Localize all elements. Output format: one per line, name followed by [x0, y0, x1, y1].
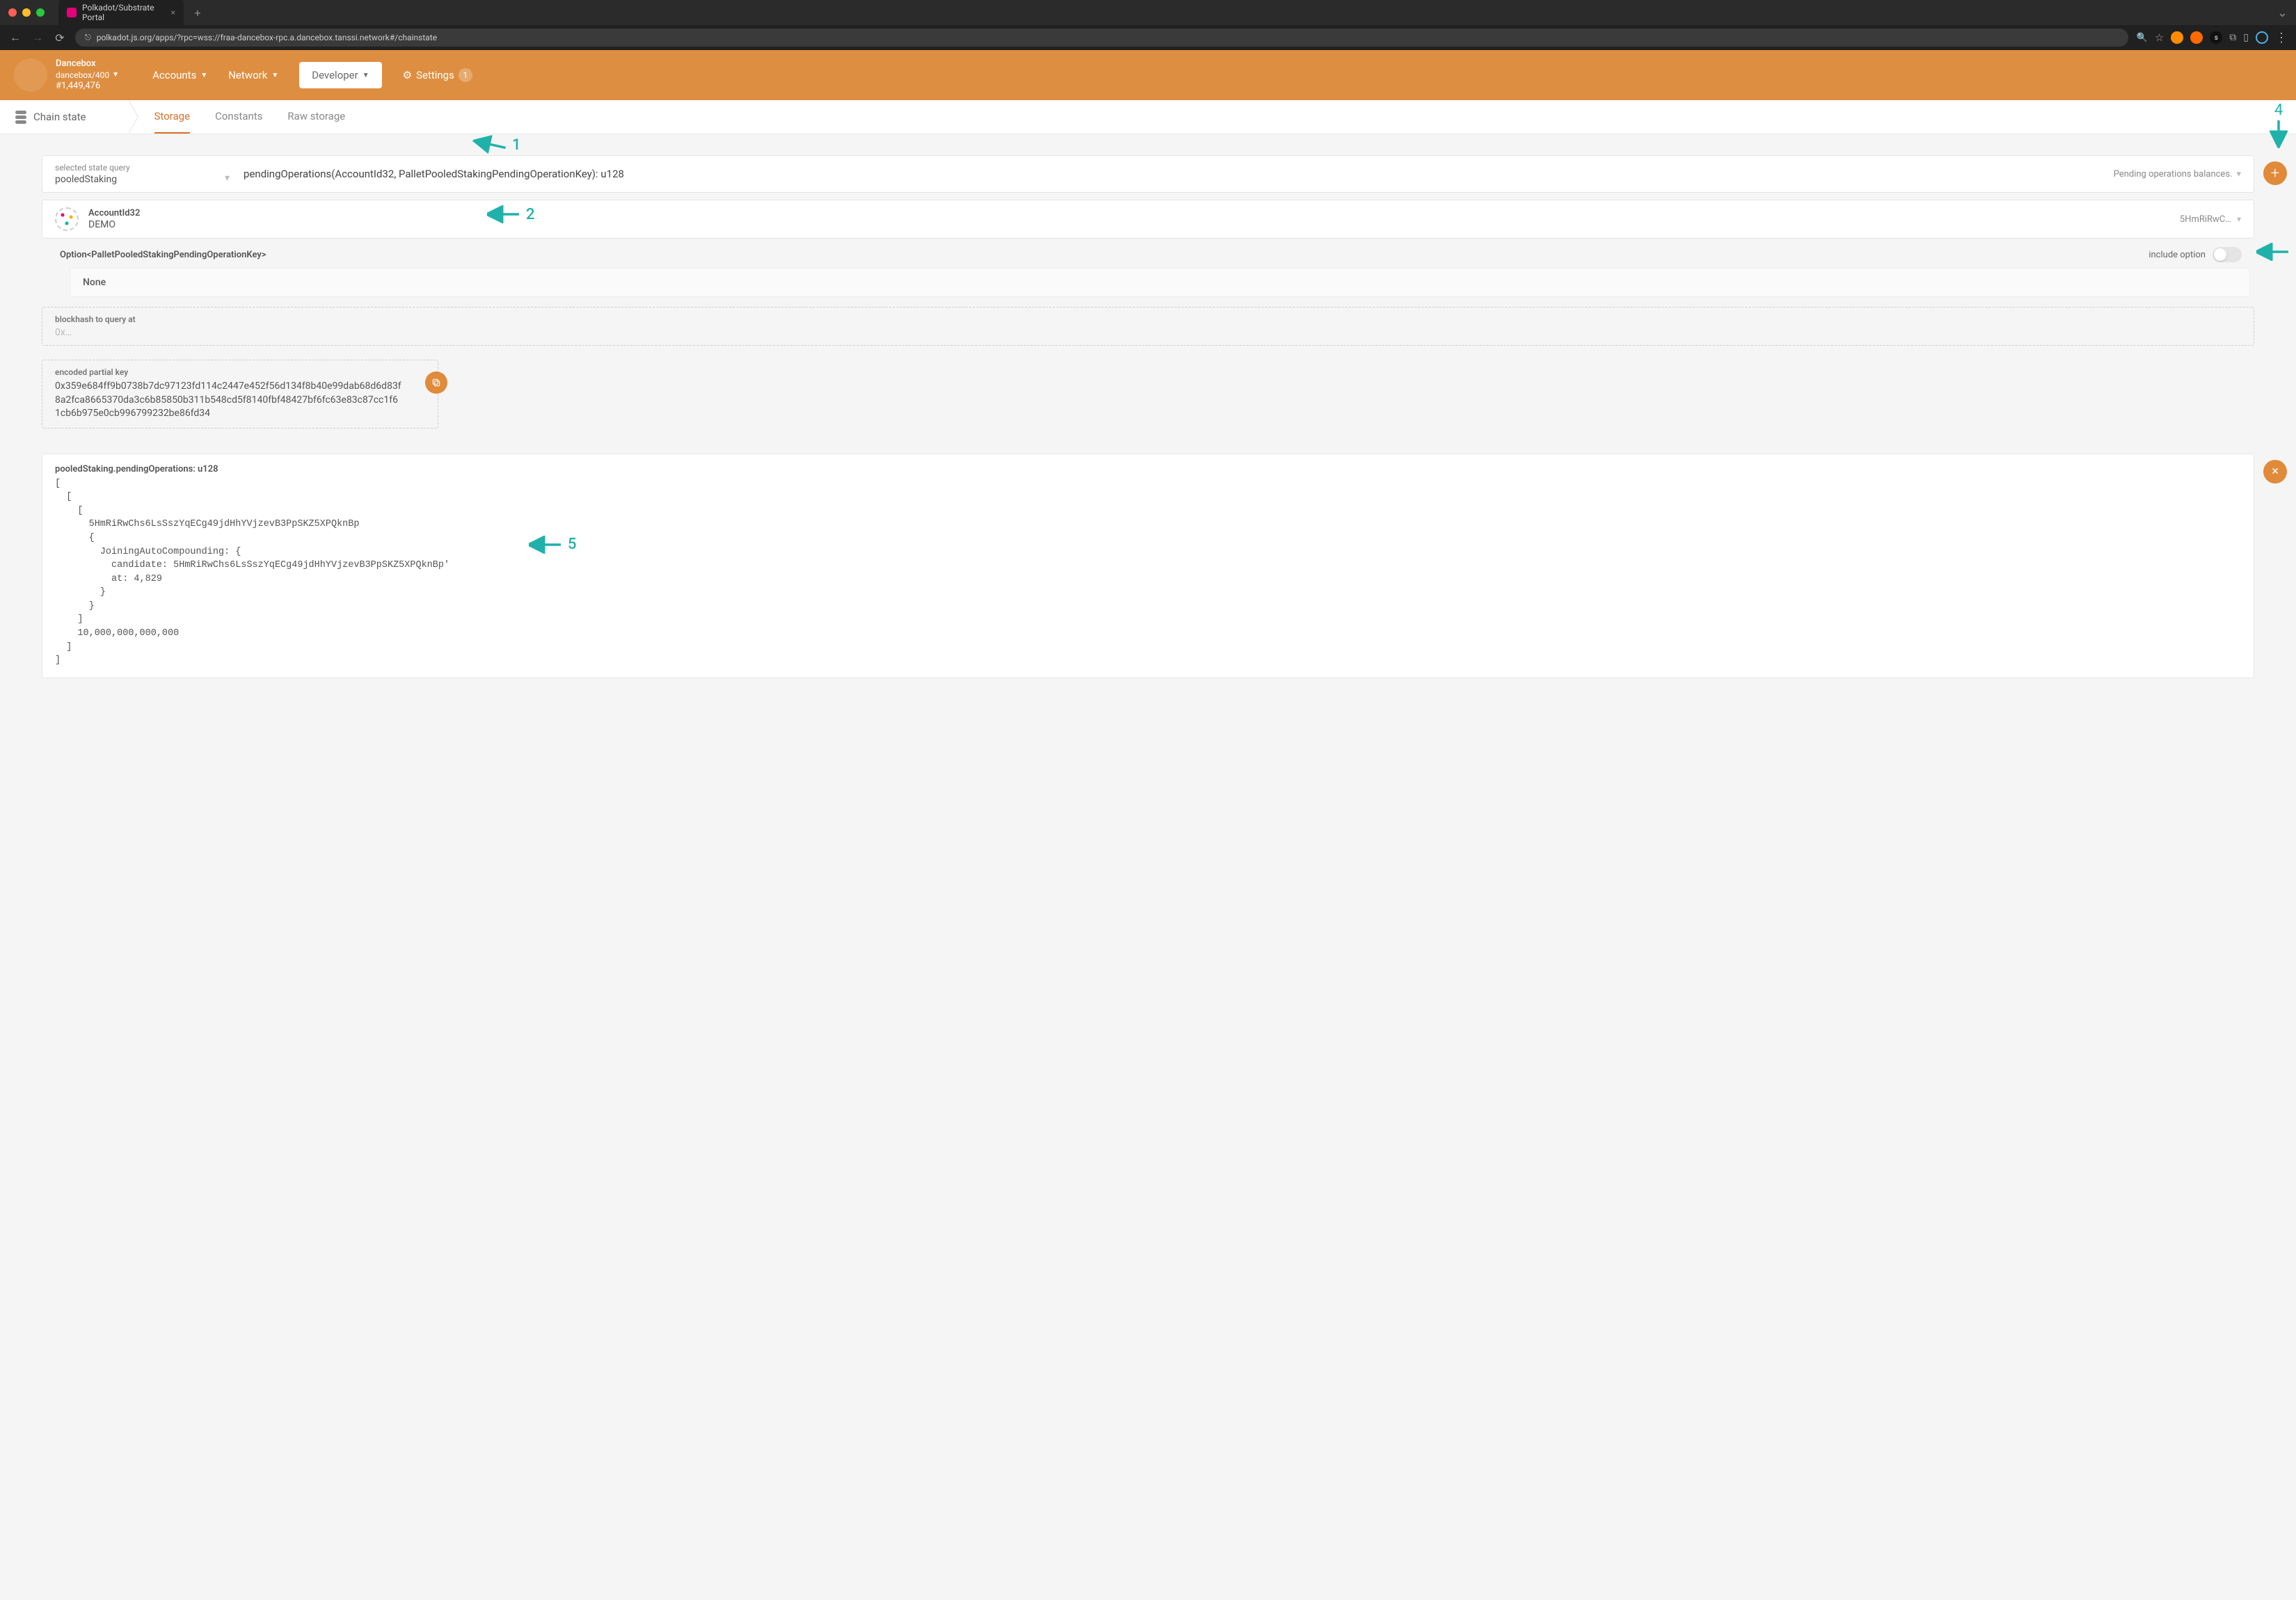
- tab-raw-storage[interactable]: Raw storage: [287, 100, 345, 134]
- account-name: DEMO: [88, 219, 2170, 230]
- toolbar-icons: 🔍 ☆ s ⧉ ▯ ⋮: [2137, 31, 2288, 45]
- top-nav: Dancebox dancebox/400 ▼ #1,449,476 Accou…: [0, 50, 2296, 100]
- option-type-label: Option<PalletPooledStakingPendingOperati…: [60, 250, 266, 260]
- chevron-down-icon: ▼: [362, 72, 369, 79]
- breadcrumb: Chain state: [15, 101, 86, 134]
- option-row: Option<PalletPooledStakingPendingOperati…: [42, 241, 2254, 268]
- option-value: None: [83, 277, 106, 288]
- include-option-label: include option: [2148, 250, 2206, 260]
- extension-icon-3[interactable]: s: [2210, 31, 2222, 44]
- chain-block: #1,449,476: [56, 81, 119, 92]
- chrome-menu-icon[interactable]: ⋮: [2275, 31, 2288, 45]
- sub-tabs: Chain state Storage Constants Raw storag…: [0, 100, 2296, 134]
- breadcrumb-label: Chain state: [33, 111, 86, 123]
- top-menu: Accounts▼ Network▼ Developer▼ ⚙ Settings…: [152, 62, 472, 88]
- tab-title: Polkadot/Substrate Portal: [82, 3, 166, 22]
- url-field[interactable]: ⎋ polkadot.js.org/apps/?rpc=wss://fraa-d…: [75, 29, 2128, 47]
- chain-info: Dancebox dancebox/400 ▼ #1,449,476: [56, 58, 119, 92]
- settings-badge: 1: [459, 68, 472, 82]
- gear-icon: ⚙: [403, 69, 412, 81]
- account-input-card[interactable]: AccountId32 DEMO 5HmRiRwC… ▾: [42, 200, 2254, 239]
- account-short-address: 5HmRiRwC… ▾: [2180, 214, 2241, 225]
- window-minimize[interactable]: [22, 8, 31, 17]
- menu-network[interactable]: Network▼: [228, 63, 278, 87]
- tabs-overflow-icon[interactable]: ⌄: [2277, 6, 2288, 20]
- blockhash-input[interactable]: 0x…: [55, 327, 2241, 338]
- site-info-icon[interactable]: ⎋: [85, 33, 91, 42]
- chain-selector[interactable]: Dancebox dancebox/400 ▼ #1,449,476: [14, 58, 119, 92]
- browser-tab-bar: Polkadot/Substrate Portal × + ⌄: [0, 0, 2296, 25]
- chevron-down-icon: ▼: [271, 72, 278, 79]
- content-area: selected state query pooledStaking ▾ pen…: [0, 134, 2296, 699]
- tab-close-icon[interactable]: ×: [171, 8, 175, 17]
- favicon-icon: [67, 8, 77, 17]
- result-body: [ [ [ 5HmRiRwChs6LsSszYqECg49jdHhYVjzevB…: [55, 477, 2241, 668]
- profile-icon[interactable]: [2256, 31, 2268, 44]
- chevron-down-icon[interactable]: ▾: [2237, 214, 2241, 224]
- address-bar-row: ← → ⟳ ⎋ polkadot.js.org/apps/?rpc=wss://…: [0, 25, 2296, 50]
- encoded-key-card: encoded partial key 0x359e684ff9b0738b7d…: [42, 360, 438, 429]
- option-value-box: None: [70, 268, 2250, 297]
- menu-accounts[interactable]: Accounts▼: [152, 63, 207, 87]
- chain-sub: dancebox/400 ▼: [56, 70, 119, 81]
- param-type-label: AccountId32: [88, 208, 2170, 218]
- method-description: Pending operations balances. ▾: [2114, 169, 2241, 179]
- tab-constants[interactable]: Constants: [215, 100, 262, 134]
- extension-icon-2[interactable]: [2190, 31, 2203, 44]
- copy-icon: [431, 378, 441, 387]
- chevron-down-icon: ▼: [200, 72, 207, 79]
- module-dropdown[interactable]: pooledStaking: [55, 174, 215, 185]
- nav-back-button[interactable]: ←: [8, 31, 22, 45]
- menu-developer[interactable]: Developer▼: [299, 62, 381, 88]
- browser-chrome: Polkadot/Substrate Portal × + ⌄ ← → ⟳ ⎋ …: [0, 0, 2296, 50]
- extension-icon-1[interactable]: [2171, 31, 2183, 44]
- encoded-key-label: encoded partial key: [55, 367, 425, 377]
- nav-reload-button[interactable]: ⟳: [53, 31, 67, 45]
- state-query-card: selected state query pooledStaking ▾ pen…: [42, 155, 2254, 193]
- new-tab-button[interactable]: +: [189, 4, 206, 21]
- browser-tab[interactable]: Polkadot/Substrate Portal ×: [58, 0, 184, 26]
- field-label: selected state query: [55, 163, 215, 173]
- chain-logo: [14, 58, 47, 92]
- method-dropdown[interactable]: pendingOperations(AccountId32, PalletPoo…: [244, 168, 2100, 180]
- tab-storage[interactable]: Storage: [154, 100, 191, 134]
- result-card: pooledStaking.pendingOperations: u128 [ …: [42, 454, 2254, 678]
- zoom-icon[interactable]: 🔍: [2137, 33, 2148, 43]
- window-controls: [8, 8, 45, 17]
- breadcrumb-arrow: [128, 100, 138, 134]
- side-panel-icon[interactable]: ▯: [2243, 32, 2249, 43]
- chevron-down-icon[interactable]: ▾: [225, 173, 230, 184]
- menu-settings[interactable]: ⚙ Settings 1: [403, 63, 472, 88]
- url-text: polkadot.js.org/apps/?rpc=wss://fraa-dan…: [97, 33, 437, 42]
- extensions-puzzle-icon[interactable]: ⧉: [2229, 32, 2236, 43]
- database-icon: [15, 111, 26, 124]
- blockhash-label: blockhash to query at: [55, 314, 2241, 324]
- chevron-down-icon[interactable]: ▾: [2236, 169, 2241, 179]
- bookmark-star-icon[interactable]: ☆: [2155, 31, 2164, 44]
- include-option-toggle[interactable]: [2213, 247, 2242, 262]
- annotation-1: 1: [473, 136, 521, 154]
- window-maximize[interactable]: [36, 8, 45, 17]
- encoded-key-value: 0x359e684ff9b0738b7dc97123fd114c2447e452…: [55, 380, 425, 421]
- close-result-button[interactable]: ×: [2263, 460, 2287, 483]
- copy-button[interactable]: [425, 371, 447, 394]
- chain-name: Dancebox: [56, 58, 119, 70]
- execute-query-button[interactable]: +: [2263, 161, 2287, 185]
- result-head: pooledStaking.pendingOperations: u128: [55, 464, 2241, 474]
- chevron-down-icon: ▼: [112, 71, 119, 80]
- identicon: [55, 207, 79, 231]
- annotation-3: 3: [2256, 243, 2296, 261]
- nav-forward-button[interactable]: →: [31, 31, 45, 45]
- blockhash-card: blockhash to query at 0x…: [42, 307, 2254, 346]
- window-close[interactable]: [8, 8, 17, 17]
